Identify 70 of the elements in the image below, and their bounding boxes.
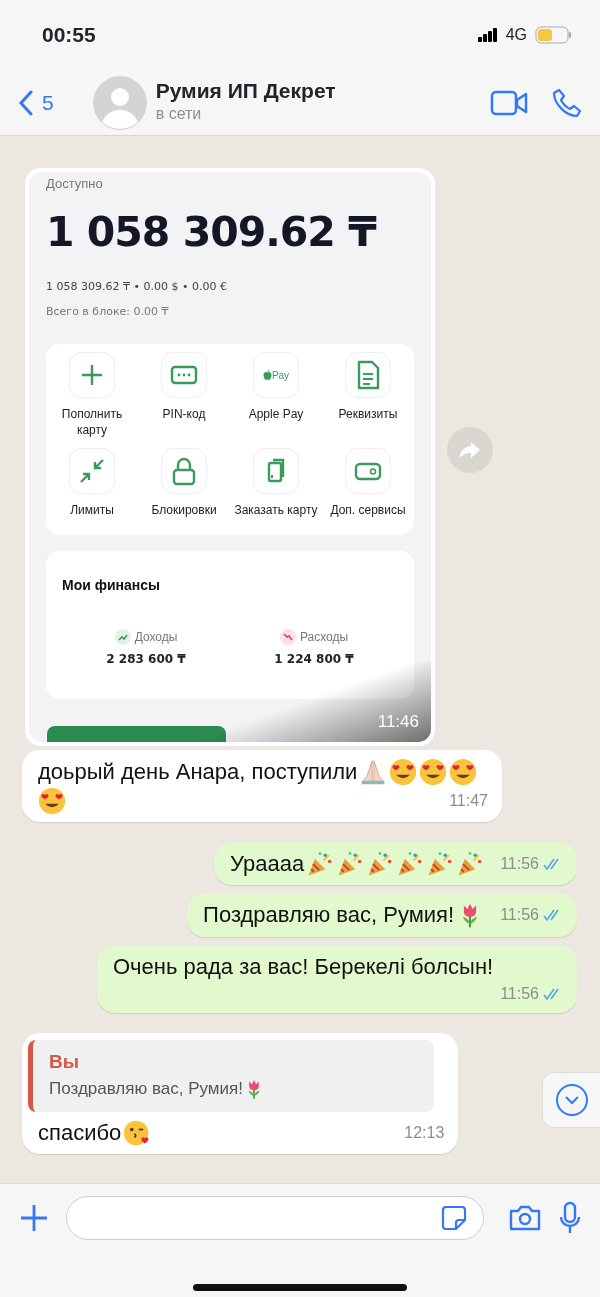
- message-time: 12:13: [404, 1122, 445, 1143]
- contact-name[interactable]: Румия ИП Декрет: [155, 78, 490, 103]
- balance-amount: 1 058 309.62 ₸: [46, 206, 378, 258]
- message-time: 11:46: [377, 710, 419, 733]
- phone-icon: [552, 87, 582, 118]
- video-call-button[interactable]: [490, 88, 528, 117]
- cards-icon[interactable]: [253, 448, 299, 495]
- message-time: 11:56: [500, 983, 539, 1004]
- forward-arrow-icon: [459, 441, 481, 459]
- balance-label: Доступно: [46, 175, 104, 193]
- microphone-button[interactable]: [558, 1201, 582, 1235]
- message-text: Очень рада за вас! Берекелі болсын!: [113, 953, 494, 982]
- chevron-down-circle-icon: [554, 1083, 589, 1117]
- call-button[interactable]: [552, 87, 582, 118]
- quote-text: Поздравляю вас, Румия!: [49, 1078, 243, 1101]
- currency-balances: 1 058 309.62 ₸ • 0.00 $ • 0.00 €: [46, 279, 228, 295]
- message-input-field[interactable]: [66, 1196, 484, 1240]
- action-label[interactable]: Apple Pay: [246, 406, 306, 423]
- video-camera-icon: [490, 88, 528, 117]
- message-time: 11:56: [500, 905, 539, 926]
- message-text: спасибо: [38, 1118, 122, 1147]
- back-button[interactable]: 5: [18, 86, 54, 119]
- action-label[interactable]: Доп. сервисы: [328, 502, 408, 519]
- document-icon[interactable]: [345, 352, 391, 398]
- plus-icon[interactable]: [69, 352, 115, 398]
- finance-amount: 1 224 800 ₸: [274, 650, 354, 668]
- signal-icon: [477, 28, 498, 42]
- trend-down-icon: [279, 628, 296, 645]
- action-label[interactable]: Лимиты: [68, 502, 116, 519]
- heart-eyes-face-icon: [419, 757, 448, 786]
- blocked-amount: Всего в блоке: 0.00 ₸: [46, 303, 170, 320]
- contact-status: в сети: [155, 104, 203, 125]
- heart-eyes-face-icon: [389, 757, 418, 786]
- action-label[interactable]: Блокировки: [149, 502, 219, 519]
- trend-up-icon: [114, 628, 131, 645]
- apple-pay-icon[interactable]: Pay: [253, 352, 299, 398]
- arrows-inward-icon[interactable]: [69, 448, 115, 495]
- section-title: Мои финансы: [62, 575, 161, 595]
- microphone-icon: [558, 1201, 582, 1235]
- scroll-down-button[interactable]: [542, 1072, 600, 1128]
- message-time: 11:47: [449, 790, 488, 811]
- clock-time: 00:55: [42, 22, 96, 49]
- wallet-icon[interactable]: [345, 448, 391, 495]
- heart-eyes-face-icon: [449, 757, 478, 786]
- pin-card-icon[interactable]: [161, 352, 207, 398]
- chevron-left-icon: [18, 89, 34, 116]
- finance-label: Расходы: [299, 628, 349, 646]
- apple-icon: [262, 370, 272, 380]
- finance-amount: 2 283 600 ₸: [106, 650, 186, 668]
- action-label[interactable]: Реквизиты: [336, 406, 400, 423]
- finance-label: Доходы: [134, 628, 178, 646]
- battery-icon: [535, 26, 572, 44]
- action-label[interactable]: Пополнить карту: [46, 406, 138, 439]
- action-label[interactable]: Заказать карту: [232, 502, 320, 519]
- camera-icon: [508, 1204, 542, 1232]
- quoted-message[interactable]: Вы Поздравляю вас, Румия!: [28, 1039, 435, 1112]
- message-text: доьрый день Анара, поступили: [38, 758, 358, 786]
- message-time: 11:56: [500, 853, 539, 874]
- attach-button[interactable]: [18, 1202, 50, 1234]
- network-label: 4G: [505, 25, 527, 45]
- heart-eyes-face-icon: [38, 786, 66, 815]
- camera-button[interactable]: [508, 1204, 542, 1232]
- sticker-icon[interactable]: [441, 1205, 467, 1231]
- action-label[interactable]: PIN-код: [160, 406, 208, 423]
- avatar-icon: [91, 74, 148, 131]
- message-text: Ураааа: [229, 849, 305, 878]
- plus-icon: [18, 1202, 50, 1234]
- quote-author: Вы: [49, 1049, 80, 1074]
- lock-icon[interactable]: [161, 448, 207, 495]
- message-text: Поздравляю вас, Румия!: [203, 901, 455, 930]
